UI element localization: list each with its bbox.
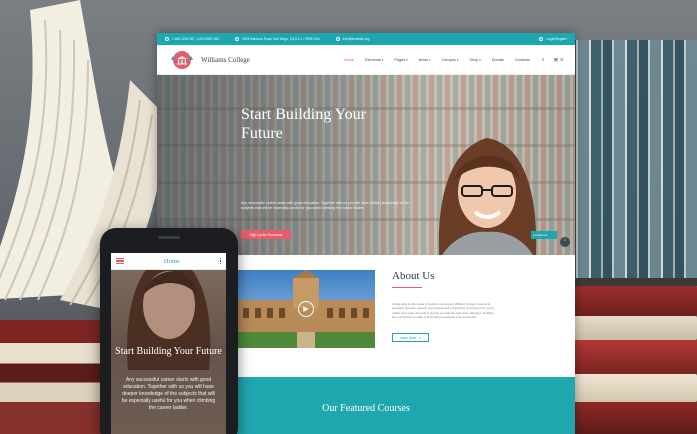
phone-icon (165, 37, 169, 41)
nav-item-home[interactable]: Home (344, 58, 354, 62)
signup-excursion-button[interactable]: Sign Up for Excursion (241, 230, 291, 239)
location-icon (235, 37, 240, 41)
background-book (567, 340, 697, 374)
nav-item-shop[interactable]: Shop ▾ (469, 58, 480, 62)
nav-item-label: Shop (469, 57, 479, 62)
search-icon[interactable]: ⌕ (542, 57, 545, 62)
play-icon[interactable]: ▶ (298, 301, 314, 317)
nav-menu: Home Elements ▾ Pages ▾ News ▾ Campus ▾ Shop… (344, 58, 530, 62)
brand-name: Williams College (201, 55, 250, 64)
about-divider (392, 287, 422, 288)
nav-item-label: Elements (365, 57, 381, 62)
chevron-down-icon: ▾ (479, 57, 481, 62)
topbar-email[interactable]: info@demolink.org (335, 37, 370, 41)
topbar-phone: 1-800-1234-567, 1-800-5557-551 (165, 37, 219, 41)
mobile-phone-mockup: Home Start Building Your Future Any succ… (100, 228, 238, 434)
nav-item-campus[interactable]: Campus ▾ (442, 58, 459, 62)
nav-item-label: Pages (394, 57, 406, 62)
nav-item-donate[interactable]: Donate (492, 58, 504, 62)
learn-more-label: Learn More (400, 335, 417, 340)
login-link[interactable]: Login/Register (539, 37, 567, 41)
phone-screen: Home Start Building Your Future Any succ… (111, 253, 226, 434)
login-link-text[interactable]: Login/Register (546, 37, 567, 41)
about-video-thumbnail[interactable]: ▶ (237, 270, 375, 348)
cart-button[interactable]: 🛒︎ 0 (554, 57, 564, 63)
phone-speaker (158, 236, 180, 239)
top-info-bar: 1-800-1234-567, 1-800-5557-551 4578 Marm… (157, 33, 575, 45)
topbar-email-text[interactable]: info@demolink.org (343, 37, 370, 41)
mobile-hero-title: Start Building Your Future (115, 346, 222, 357)
about-title: About Us (392, 270, 435, 282)
arrow-up-icon: ⌃ (562, 239, 568, 245)
background-book (567, 286, 697, 316)
background-book (567, 374, 697, 402)
topbar-address: 4578 Marmora Road, San Diego, CA 9-1-1 •… (235, 37, 320, 41)
chevron-down-icon: ▾ (406, 57, 408, 62)
scroll-top-button[interactable]: ⌃ (560, 237, 570, 247)
chevron-down-icon: ▾ (381, 57, 384, 62)
contact-us-tab[interactable]: Contact us (531, 231, 557, 239)
mobile-hero: Start Building Your Future Any successfu… (111, 270, 226, 434)
nav-item-label: Contacts (514, 57, 530, 62)
cart-icon: 🛒︎ (553, 56, 560, 62)
mobile-hero-text: Any successful career starts with good e… (121, 377, 216, 411)
learn-more-button[interactable]: Learn More ➔ (392, 333, 429, 342)
nav-item-label: Campus (441, 57, 456, 62)
hamburger-icon[interactable] (116, 257, 124, 265)
nav-item-contacts[interactable]: Contacts (515, 58, 530, 62)
chevron-down-icon: ▾ (429, 57, 431, 62)
nav-item-news[interactable]: News ▾ (419, 58, 431, 62)
topbar-phone-text: 1-800-1234-567, 1-800-5557-551 (172, 37, 220, 41)
hero-text: Any successful career starts with good e… (241, 201, 409, 211)
hero-title: Start Building Your Future (241, 106, 366, 142)
cart-count: 0 (560, 56, 563, 62)
nav-item-label: News (418, 57, 429, 62)
mail-icon (335, 37, 340, 41)
nav-icons: ⌕ 🛒︎ 0 (542, 57, 563, 63)
chevron-down-icon: ▾ (456, 57, 459, 62)
college-building-icon (169, 50, 195, 70)
background-book (567, 316, 697, 340)
nav-item-label: Home (343, 57, 355, 62)
nav-item-pages[interactable]: Pages ▾ (394, 58, 407, 62)
background-book (567, 402, 697, 434)
mobile-top-bar: Home (111, 253, 226, 270)
topbar-address-text: 4578 Marmora Road, San Diego, CA 9-1-1 •… (242, 37, 320, 41)
main-navbar: Williams College Home Elements ▾ Pages ▾ N… (157, 45, 575, 75)
mobile-page-title: Home (163, 257, 180, 265)
arrow-right-icon: ➔ (418, 335, 421, 340)
site-logo[interactable]: Williams College (169, 50, 250, 70)
nav-item-label: Donate (491, 57, 504, 62)
user-icon (539, 37, 544, 41)
nav-item-elements[interactable]: Elements ▾ (365, 58, 383, 62)
more-vertical-icon[interactable] (219, 258, 221, 264)
about-text: Outstanding for the needs of students an… (392, 302, 494, 319)
background-bookshelf (567, 40, 697, 280)
background-shelf-board (567, 278, 697, 286)
